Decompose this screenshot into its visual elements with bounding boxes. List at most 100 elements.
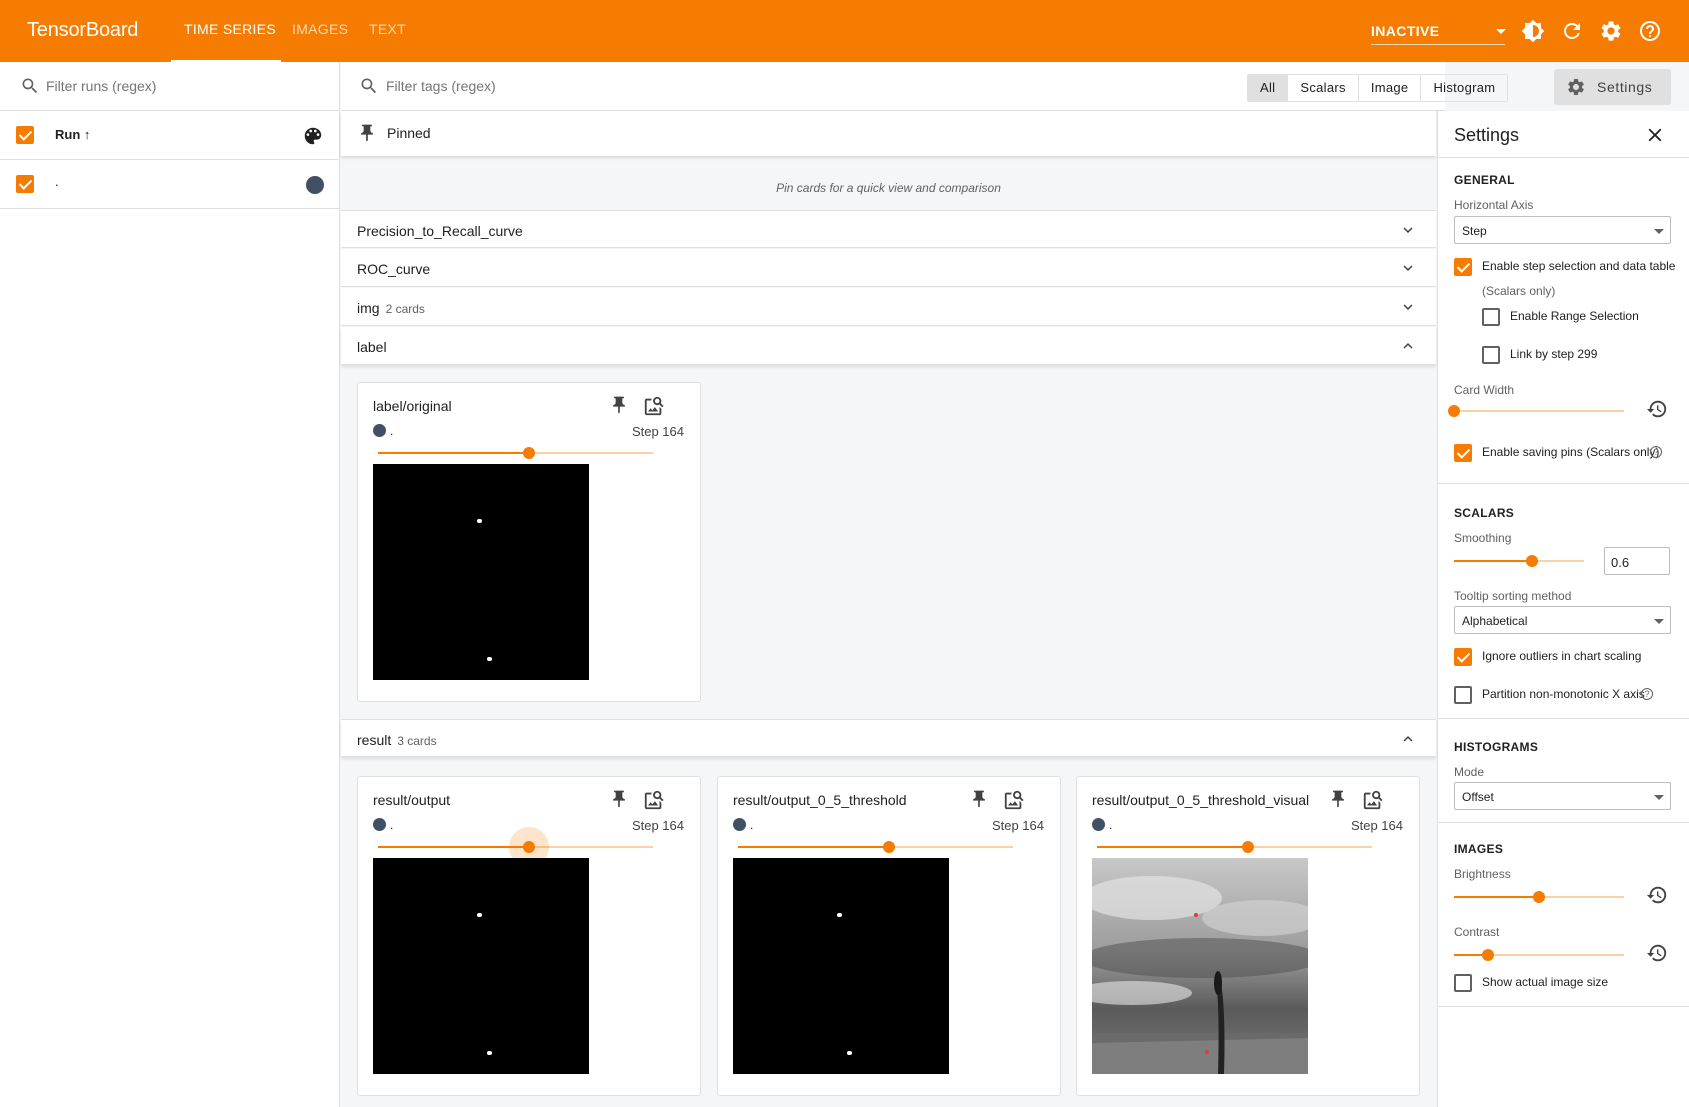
card-image[interactable]	[1092, 858, 1308, 1074]
step-slider-fill	[738, 846, 890, 848]
image-search-icon[interactable]	[643, 789, 665, 811]
step-slider[interactable]	[378, 827, 653, 867]
card-run-name: .	[1109, 818, 1113, 832]
card-width-thumb[interactable]	[1448, 405, 1460, 417]
brightness-thumb[interactable]	[1533, 891, 1545, 903]
filter-all-button[interactable]: All	[1248, 75, 1289, 101]
brightness-slider[interactable]	[1454, 891, 1624, 903]
actual-size-checkbox[interactable]	[1454, 974, 1472, 992]
group-header-result[interactable]: result 3 cards	[341, 719, 1436, 757]
group-card-count: 3 cards	[397, 734, 437, 748]
plugin-selector[interactable]: INACTIVE	[1371, 23, 1440, 39]
filter-histogram-button[interactable]: Histogram	[1421, 75, 1507, 101]
reset-icon[interactable]	[1646, 884, 1668, 906]
runs-filter-input[interactable]	[46, 75, 316, 97]
step-slider[interactable]	[378, 447, 653, 459]
run-checkbox[interactable]	[16, 175, 34, 193]
help-circle-icon[interactable]: ?	[1650, 446, 1662, 458]
settings-toggle-button[interactable]: Settings	[1554, 69, 1671, 105]
group-header-label[interactable]: label	[341, 327, 1436, 365]
pin-icon[interactable]	[969, 789, 989, 809]
group-header-roc-curve[interactable]: ROC_curve	[341, 249, 1436, 287]
smoothing-value: 0.6	[1611, 555, 1630, 570]
reset-icon[interactable]	[1646, 942, 1668, 964]
card-title: result/output_0_5_threshold	[733, 792, 907, 808]
horizontal-axis-select[interactable]: Step	[1454, 216, 1671, 244]
group-header-precision-to-recall-curve[interactable]: Precision_to_Recall_curve	[341, 210, 1436, 248]
smoothing-input[interactable]: 0.6	[1604, 547, 1670, 575]
dropdown-arrow-icon	[1654, 795, 1664, 800]
card-title: label/original	[373, 398, 452, 414]
run-color-swatch[interactable]	[306, 176, 324, 194]
chevron-down-icon[interactable]	[1399, 259, 1417, 277]
card-step-label: Step 164	[1350, 818, 1403, 833]
main-content: All Scalars Image Histogram Settings Pin…	[341, 62, 1671, 1107]
range-selection-checkbox[interactable]	[1482, 308, 1500, 326]
image-search-icon[interactable]	[643, 395, 665, 417]
step-slider-thumb[interactable]	[523, 447, 536, 459]
step-slider[interactable]	[1097, 841, 1372, 853]
card-step-label: Step 164	[631, 424, 684, 439]
top-app-bar: TensorBoard TIME SERIES IMAGES TEXT INAC…	[0, 0, 1689, 62]
image-search-icon[interactable]	[1003, 789, 1025, 811]
partition-checkbox[interactable]	[1454, 686, 1472, 704]
chevron-down-icon[interactable]	[1399, 221, 1417, 239]
help-icon[interactable]	[1638, 19, 1662, 43]
image-search-icon[interactable]	[1362, 789, 1384, 811]
card-image[interactable]	[373, 464, 589, 680]
smoothing-thumb[interactable]	[1526, 555, 1538, 567]
pin-icon[interactable]	[1328, 789, 1348, 809]
tab-text[interactable]: TEXT	[369, 21, 406, 37]
contrast-slider[interactable]	[1454, 949, 1624, 961]
palette-icon[interactable]	[302, 125, 324, 147]
group-header-img[interactable]: img 2 cards	[341, 288, 1436, 326]
card-image[interactable]	[733, 858, 949, 1074]
run-column-header[interactable]: Run ↑	[55, 127, 90, 142]
link-by-step-label: Link by step 299	[1510, 347, 1598, 361]
saving-pins-checkbox[interactable]	[1454, 444, 1472, 462]
step-slider-thumb[interactable]	[883, 841, 896, 853]
smoothing-label: Smoothing	[1454, 531, 1512, 545]
step-slider[interactable]	[738, 841, 1013, 853]
settings-header: Settings	[1438, 111, 1689, 158]
run-row[interactable]: .	[0, 160, 340, 209]
reload-icon[interactable]	[1560, 19, 1584, 43]
select-all-runs-checkbox[interactable]	[16, 126, 34, 144]
chevron-up-icon[interactable]	[1399, 337, 1417, 355]
step-slider-thumb[interactable]	[1242, 841, 1255, 853]
help-circle-icon[interactable]: ?	[1641, 688, 1653, 700]
tooltip-sort-select[interactable]: Alphabetical	[1454, 606, 1671, 634]
runs-panel: Run ↑ .	[0, 62, 340, 1107]
smoothing-slider[interactable]	[1454, 555, 1584, 567]
pin-icon[interactable]	[609, 789, 629, 809]
filter-image-button[interactable]: Image	[1359, 75, 1422, 101]
card-width-slider[interactable]	[1448, 405, 1624, 417]
run-color-dot	[373, 818, 386, 831]
card-width-label: Card Width	[1454, 383, 1515, 397]
range-selection-label: Enable Range Selection	[1510, 309, 1639, 323]
tab-images[interactable]: IMAGES	[292, 21, 348, 37]
settings-gear-icon[interactable]	[1599, 19, 1623, 43]
chevron-down-icon[interactable]	[1496, 29, 1506, 34]
tab-time-series[interactable]: TIME SERIES	[184, 21, 276, 37]
chevron-up-icon[interactable]	[1399, 730, 1417, 748]
pinned-title: Pinned	[387, 125, 431, 141]
pin-icon[interactable]	[609, 395, 629, 415]
filter-scalars-button[interactable]: Scalars	[1288, 75, 1359, 101]
tag-filter-input[interactable]	[386, 75, 786, 97]
chevron-down-icon[interactable]	[1399, 298, 1417, 316]
theme-toggle-icon[interactable]	[1521, 19, 1545, 43]
group-name-text: result	[357, 732, 392, 748]
step-selection-checkbox[interactable]	[1454, 258, 1472, 276]
card-image[interactable]	[373, 858, 589, 1074]
pin-icon	[361, 124, 373, 142]
close-icon[interactable]	[1644, 124, 1666, 146]
link-by-step-checkbox[interactable]	[1482, 346, 1500, 364]
histogram-mode-select[interactable]: Offset	[1454, 782, 1671, 810]
card-title: result/output_0_5_threshold_visual	[1092, 792, 1310, 808]
search-icon	[22, 78, 38, 94]
contrast-thumb[interactable]	[1482, 949, 1494, 961]
search-icon	[361, 78, 377, 94]
ignore-outliers-checkbox[interactable]	[1454, 648, 1472, 666]
reset-icon[interactable]	[1646, 398, 1668, 420]
